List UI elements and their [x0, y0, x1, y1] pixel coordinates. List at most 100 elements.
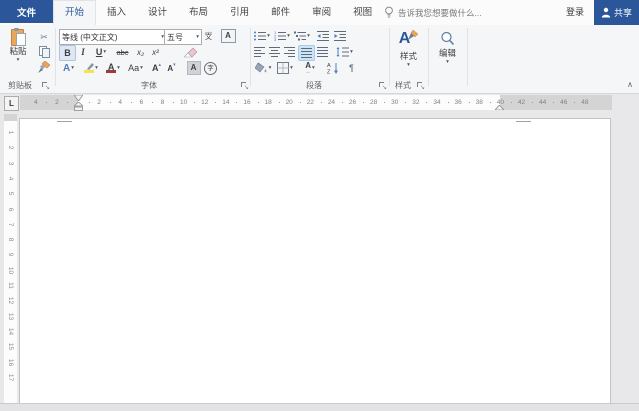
- clear-formatting-button[interactable]: [182, 45, 199, 59]
- tab-file[interactable]: 文件: [0, 0, 53, 23]
- hruler-number: 24: [327, 99, 336, 106]
- cut-button[interactable]: ✂: [36, 30, 52, 44]
- clipboard-dialog-launcher[interactable]: [41, 81, 50, 91]
- sort-button[interactable]: A Z: [325, 61, 341, 75]
- hanging-indent-marker[interactable]: [74, 102, 83, 111]
- sign-in-link[interactable]: 登录: [566, 0, 584, 25]
- phonetic-guide-button[interactable]: wén 文: [200, 29, 217, 43]
- vertical-ruler[interactable]: 1 2 3 4 5 6 7 8 9 10 11 12 13 14 15 16 17: [4, 114, 17, 403]
- share-label: 共享: [613, 8, 632, 18]
- numbering-icon: 1 2 3: [274, 31, 287, 41]
- tab-review[interactable]: 审阅: [301, 0, 342, 25]
- character-border-button[interactable]: A: [220, 29, 236, 43]
- align-right-button[interactable]: [283, 45, 296, 59]
- phonetic-guide-icon: wén 文: [204, 30, 213, 42]
- tab-insert[interactable]: 插入: [96, 0, 137, 25]
- editing-button[interactable]: 编辑 ▾: [431, 28, 464, 78]
- tab-layout[interactable]: 布局: [178, 0, 219, 25]
- hruler-tick: [236, 102, 238, 103]
- tab-home[interactable]: 开始: [53, 0, 97, 25]
- decrease-indent-button[interactable]: [315, 29, 330, 43]
- paste-button[interactable]: 粘贴 ▾: [3, 28, 33, 78]
- vruler-number: 2: [7, 145, 14, 150]
- subscript-button[interactable]: x₂: [134, 45, 147, 59]
- font-size-combo[interactable]: 五号 ▾: [164, 29, 202, 45]
- first-line-indent-marker[interactable]: [74, 95, 83, 101]
- styles-dialog-launcher[interactable]: [416, 81, 425, 91]
- right-indent-marker[interactable]: [495, 105, 504, 110]
- format-painter-icon: [38, 61, 50, 73]
- underline-button[interactable]: U ▾: [91, 45, 111, 59]
- align-center-button[interactable]: [268, 45, 281, 59]
- hruler-tick: [173, 102, 175, 103]
- sort-icon: A Z: [327, 63, 338, 74]
- shrink-font-button[interactable]: A ▾: [165, 61, 178, 75]
- hruler-tick: [46, 102, 48, 103]
- paragraph-dialog-launcher[interactable]: [378, 81, 387, 91]
- styles-group-label: 样式: [395, 81, 411, 90]
- hruler-tick: [194, 102, 196, 103]
- hruler-number: 8: [160, 99, 165, 106]
- scissors-icon: ✂: [40, 31, 48, 42]
- horizontal-ruler[interactable]: 4 2 2 4 6 8 10 12 14 16 18 20 22 24 26 28 30 32 34 36 38 40 42…: [20, 95, 612, 110]
- svg-text:3: 3: [274, 37, 277, 41]
- text-effects-button[interactable]: A ▾: [59, 61, 78, 75]
- copy-button[interactable]: [36, 45, 52, 59]
- numbering-button[interactable]: 1 2 3 ▾: [273, 29, 291, 43]
- multilevel-list-button[interactable]: ▾: [293, 29, 311, 43]
- strikethrough-button[interactable]: abc: [113, 45, 132, 59]
- word-window: 文件 开始 插入 设计 布局 引用 邮件 审阅 视图 告诉我您想要做什么... 登录 共享: [0, 0, 639, 411]
- hruler-number: 4: [33, 99, 38, 106]
- decrease-indent-icon: [316, 31, 329, 41]
- align-left-button[interactable]: [253, 45, 266, 59]
- hruler-number: 46: [560, 99, 568, 106]
- vruler-number: 11: [7, 282, 14, 289]
- asian-layout-button[interactable]: A ↔ ▾: [299, 61, 321, 75]
- character-shading-button[interactable]: A: [186, 61, 201, 75]
- hruler-tick: [489, 102, 491, 103]
- tell-me-box[interactable]: 告诉我您想要做什么...: [384, 0, 482, 25]
- align-left-icon: [254, 47, 265, 57]
- hruler-number: 42: [517, 99, 526, 106]
- tab-view[interactable]: 视图: [342, 0, 383, 25]
- font-color-button[interactable]: A ▾: [103, 61, 123, 75]
- tab-references[interactable]: 引用: [219, 0, 260, 25]
- ribbon: 粘贴 ▾ ✂ 剪贴板 等线 (中文正文) ▾ 五号: [0, 25, 639, 94]
- justify-button[interactable]: [298, 45, 315, 61]
- share-button[interactable]: 共享: [594, 0, 639, 25]
- enclose-characters-button[interactable]: 字: [203, 61, 218, 75]
- format-painter-button[interactable]: [36, 60, 52, 74]
- line-spacing-button[interactable]: ▾: [334, 45, 355, 59]
- hruler-tick: [553, 102, 555, 103]
- grow-font-button[interactable]: A ▴: [150, 61, 163, 75]
- document-page[interactable]: [19, 118, 611, 405]
- styles-icon: A: [399, 28, 419, 50]
- font-dialog-launcher[interactable]: [240, 81, 249, 91]
- tab-stop-selector[interactable]: L: [4, 96, 19, 111]
- tab-design[interactable]: 设计: [137, 0, 178, 25]
- font-name-combo[interactable]: 等线 (中文正文) ▾: [59, 29, 167, 45]
- bold-button[interactable]: B: [59, 45, 76, 61]
- paint-bucket-icon: [254, 62, 267, 73]
- hruler-number: 22: [306, 99, 314, 106]
- change-case-button[interactable]: Aa ▾: [125, 61, 146, 75]
- increase-indent-button[interactable]: [332, 29, 347, 43]
- bullets-button[interactable]: ▾: [253, 29, 271, 43]
- styles-button[interactable]: A 样式 ▾: [392, 28, 425, 78]
- distributed-button[interactable]: [315, 45, 330, 59]
- hruler-tick: [574, 102, 576, 103]
- collapse-ribbon-button[interactable]: ∧: [624, 80, 636, 90]
- borders-button[interactable]: ▾: [275, 61, 295, 75]
- superscript-button[interactable]: x²: [149, 45, 162, 59]
- font-group-label: 字体: [141, 81, 157, 90]
- highlight-icon: [83, 63, 95, 73]
- hruler-number: 16: [243, 99, 251, 106]
- italic-button[interactable]: I: [77, 45, 89, 59]
- tab-mailings[interactable]: 邮件: [260, 0, 301, 25]
- show-hide-marks-button[interactable]: ¶: [345, 61, 358, 75]
- highlight-color-button[interactable]: ▾: [80, 61, 101, 75]
- hruler-tick: [447, 102, 449, 103]
- document-workspace: L 4 2 2 4 6 8 10 12 14 16 18 20 22 24 26 28 30 32 34 36 38 40…: [0, 94, 639, 405]
- hruler-number: 36: [454, 99, 462, 106]
- shading-button[interactable]: ▾: [253, 61, 273, 75]
